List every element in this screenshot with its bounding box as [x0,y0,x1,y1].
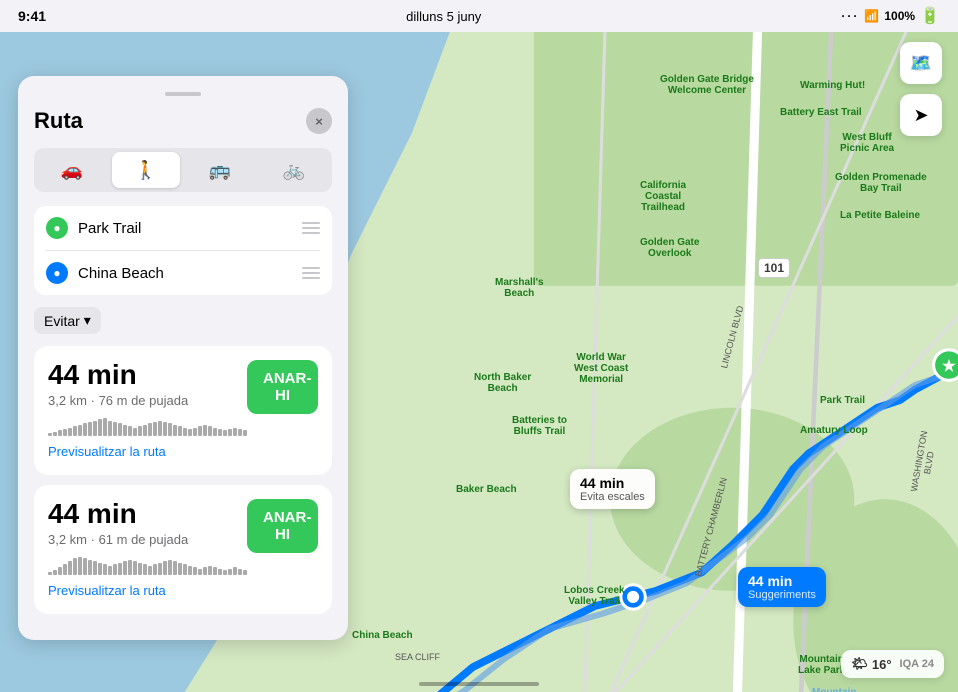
dest-drag-handle[interactable] [302,267,320,279]
wifi-icon: 📶 [864,9,879,23]
go-button-2[interactable]: ANAR-HI [247,499,318,553]
elevation-bar-2 [48,555,247,575]
route-info-2: 44 min 3,2 km · 61 m de pujada ANAR-HI [48,499,318,575]
battery-icon: 🔋 [920,6,940,26]
svg-text:★: ★ [942,358,956,375]
transport-walk-button[interactable]: 🚶 [112,152,180,188]
transport-car-button[interactable]: 🚗 [38,152,106,188]
origin-icon: ● [46,217,68,239]
transport-bike-button[interactable]: 🚲 [260,152,328,188]
avoid-label: Evitar [44,313,80,329]
origin-drag-handle[interactable] [302,222,320,234]
route-meta-1: 3,2 km · 76 m de pujada [48,393,247,408]
panel-header: Ruta × [34,108,332,134]
preview-link-2[interactable]: Previsualitzar la ruta [48,583,166,598]
transport-modes: 🚗 🚶 🚌 🚲 [34,148,332,192]
end-route-callout[interactable]: 44 min Suggeriments [738,567,826,607]
mid-route-time: 44 min [580,475,645,491]
status-dots: ··· [841,9,859,23]
waypoint-origin: ● Park Trail [46,206,320,251]
route-details-2: 44 min 3,2 km · 61 m de pujada [48,499,247,575]
weather-aqi: IQA 24 [900,658,934,670]
avoid-chevron: ▾ [84,312,91,329]
mid-route-sub: Evita escales [580,491,645,503]
dest-icon: ● [46,262,68,284]
route-card-1: 44 min 3,2 km · 76 m de pujada ANAR-HI P… [34,346,332,475]
waypoint-dest: ● China Beach [46,251,320,295]
weather-badge: 🌤 16° IQA 24 [841,650,944,678]
weather-temp: 16° [872,657,892,672]
route-time-2: 44 min [48,499,247,530]
route-meta-2: 3,2 km · 61 m de pujada [48,532,247,547]
panel-title: Ruta [34,108,83,134]
end-route-time: 44 min [748,573,816,589]
weather-icon: 🌤 [851,656,868,672]
status-time: 9:41 [18,8,46,24]
transport-transit-button[interactable]: 🚌 [186,152,254,188]
battery-label: 100% [884,9,915,23]
status-right: ··· 📶 100% 🔋 [841,6,940,26]
mid-route-callout[interactable]: 44 min Evita escales [570,469,655,509]
status-bar: 9:41 dilluns 5 juny ··· 📶 100% 🔋 [0,0,958,32]
location-button[interactable]: ➤ [900,94,942,136]
route-time-1: 44 min [48,360,247,391]
map-controls: 🗺️ ➤ [900,42,942,136]
drag-indicator [165,92,201,96]
elevation-bar-1 [48,416,247,436]
waypoints-container: ● Park Trail ● China Beach [34,206,332,295]
home-indicator [419,682,539,686]
end-route-sub: Suggeriments [748,589,816,601]
dest-label: China Beach [78,265,292,282]
go-button-1[interactable]: ANAR-HI [247,360,318,414]
route-panel: Ruta × 🚗 🚶 🚌 🚲 ● Park Trail ● [18,76,348,640]
origin-label: Park Trail [78,220,292,237]
close-panel-button[interactable]: × [306,108,332,134]
route-card-2: 44 min 3,2 km · 61 m de pujada ANAR-HI P… [34,485,332,614]
map-area[interactable]: ★ Golden Gate BridgeWelcome Center Warmi… [0,32,958,692]
status-date: dilluns 5 juny [406,9,481,24]
route-info-1: 44 min 3,2 km · 76 m de pujada ANAR-HI [48,360,318,436]
map-layers-button[interactable]: 🗺️ [900,42,942,84]
preview-link-1[interactable]: Previsualitzar la ruta [48,444,166,459]
avoid-button[interactable]: Evitar ▾ [34,307,101,334]
route-details-1: 44 min 3,2 km · 76 m de pujada [48,360,247,436]
